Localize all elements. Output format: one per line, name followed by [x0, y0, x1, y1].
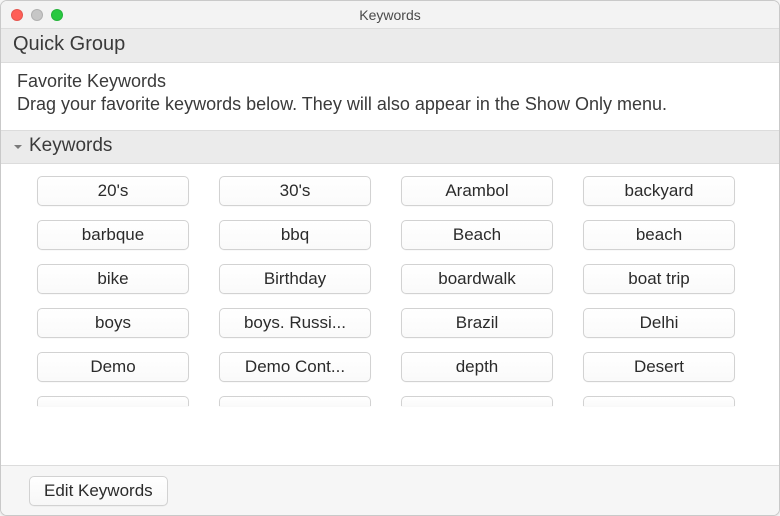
- keyword-pill[interactable]: 20's: [37, 176, 189, 206]
- keyword-pill[interactable]: beach: [583, 220, 735, 250]
- close-button[interactable]: [11, 9, 23, 21]
- keyword-label: boys. Russi...: [244, 313, 346, 333]
- keyword-label: Demo: [90, 357, 135, 377]
- keyword-pill[interactable]: boys. Russi...: [219, 308, 371, 338]
- favorites-title: Favorite Keywords: [17, 71, 763, 92]
- keyword-pill[interactable]: depth: [401, 352, 553, 382]
- keyword-pill[interactable]: Birthday: [219, 264, 371, 294]
- keyword-grid-container[interactable]: 20's 30's Arambol backyard barbque bbq B…: [1, 164, 779, 465]
- keywords-header[interactable]: Keywords: [1, 130, 779, 164]
- keyword-label: backyard: [625, 181, 694, 201]
- keyword-pill[interactable]: Demo Cont...: [219, 352, 371, 382]
- footer-bar: Edit Keywords: [1, 465, 779, 515]
- keyword-pill[interactable]: .: [583, 396, 735, 406]
- keyword-pill[interactable]: Brazil: [401, 308, 553, 338]
- keyword-pill[interactable]: 30's: [219, 176, 371, 206]
- minimize-button[interactable]: [31, 9, 43, 21]
- quick-group-header: Quick Group: [1, 29, 779, 63]
- keyword-pill[interactable]: bike: [37, 264, 189, 294]
- keyword-label: boys: [95, 313, 131, 333]
- keyword-label: Brazil: [456, 313, 499, 333]
- zoom-button[interactable]: [51, 9, 63, 21]
- keyword-label: 30's: [280, 181, 311, 201]
- keyword-pill[interactable]: Delhi: [583, 308, 735, 338]
- keyword-pill[interactable]: Desert: [583, 352, 735, 382]
- keyword-pill[interactable]: backyard: [583, 176, 735, 206]
- keyword-label: barbque: [82, 225, 144, 245]
- keyword-label: boat trip: [628, 269, 689, 289]
- keywords-label: Keywords: [29, 135, 112, 157]
- keyword-label: beach: [636, 225, 682, 245]
- keyword-pill[interactable]: .: [401, 396, 553, 406]
- keyword-label: boardwalk: [438, 269, 516, 289]
- keyword-pill[interactable]: barbque: [37, 220, 189, 250]
- keyword-label: Arambol: [445, 181, 508, 201]
- favorites-section[interactable]: Favorite Keywords Drag your favorite key…: [1, 63, 779, 130]
- keyword-label: Birthday: [264, 269, 326, 289]
- keyword-grid: 20's 30's Arambol backyard barbque bbq B…: [37, 176, 751, 382]
- edit-keywords-button[interactable]: Edit Keywords: [29, 476, 168, 506]
- keyword-pill[interactable]: boys: [37, 308, 189, 338]
- keyword-label: Beach: [453, 225, 501, 245]
- favorites-hint: Drag your favorite keywords below. They …: [17, 92, 763, 116]
- keyword-label: depth: [456, 357, 499, 377]
- chevron-down-icon: [11, 142, 25, 152]
- keyword-pill[interactable]: boardwalk: [401, 264, 553, 294]
- keyword-label: bbq: [281, 225, 309, 245]
- titlebar: Keywords: [1, 1, 779, 29]
- keyword-pill[interactable]: Demo: [37, 352, 189, 382]
- keyword-pill[interactable]: .: [219, 396, 371, 406]
- keywords-window: Keywords Quick Group Favorite Keywords D…: [0, 0, 780, 516]
- keyword-label: bike: [97, 269, 128, 289]
- keyword-pill[interactable]: Arambol: [401, 176, 553, 206]
- keyword-pill[interactable]: .: [37, 396, 189, 406]
- window-title: Keywords: [1, 7, 779, 23]
- keyword-grid-partial: . . . .: [37, 396, 751, 406]
- quick-group-label: Quick Group: [13, 33, 125, 55]
- keyword-label: 20's: [98, 181, 129, 201]
- keyword-label: Delhi: [640, 313, 679, 333]
- keyword-label: Desert: [634, 357, 684, 377]
- keyword-pill[interactable]: boat trip: [583, 264, 735, 294]
- keyword-pill[interactable]: bbq: [219, 220, 371, 250]
- traffic-lights: [1, 9, 63, 21]
- keyword-pill[interactable]: Beach: [401, 220, 553, 250]
- keyword-label: Demo Cont...: [245, 357, 345, 377]
